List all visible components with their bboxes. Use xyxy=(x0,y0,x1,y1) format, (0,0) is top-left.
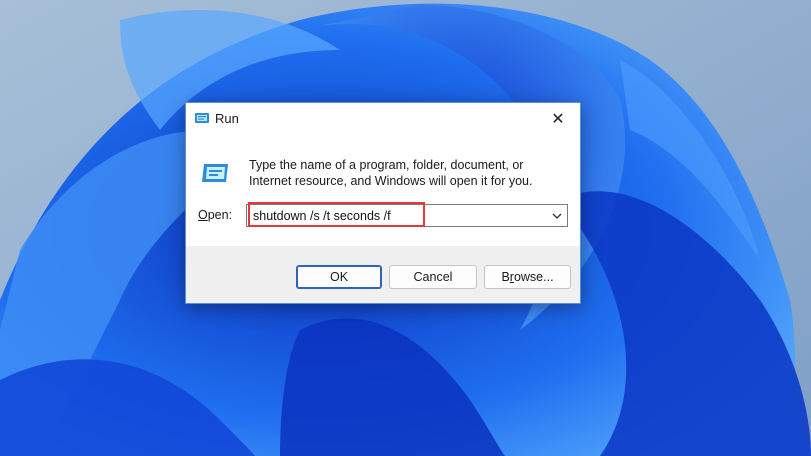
close-icon: ✕ xyxy=(551,110,565,128)
open-combobox[interactable] xyxy=(246,204,568,227)
browse-label-pre: B xyxy=(501,270,510,284)
dialog-body: Type the name of a program, folder, docu… xyxy=(186,134,580,246)
run-icon xyxy=(195,113,209,123)
open-input[interactable] xyxy=(253,208,543,224)
title-bar[interactable]: Run ✕ xyxy=(186,103,580,134)
dialog-description: Type the name of a program, folder, docu… xyxy=(249,158,533,188)
open-label-text: pen: xyxy=(207,208,233,222)
browse-label-post: owse... xyxy=(513,270,554,284)
dialog-footer: OK Cancel Br owse... xyxy=(186,246,580,303)
close-button[interactable]: ✕ xyxy=(536,103,580,134)
open-label-mnemonic: O xyxy=(198,208,208,222)
browse-button[interactable]: Br owse... xyxy=(484,265,571,289)
cancel-button[interactable]: Cancel xyxy=(389,265,477,289)
window-title: Run xyxy=(215,111,239,126)
ok-button[interactable]: OK xyxy=(296,265,382,289)
open-label: Open: xyxy=(198,208,232,222)
chevron-down-icon[interactable] xyxy=(551,209,563,223)
run-icon xyxy=(202,164,228,182)
run-dialog: Run ✕ Type the name of a program, folder… xyxy=(185,102,581,304)
